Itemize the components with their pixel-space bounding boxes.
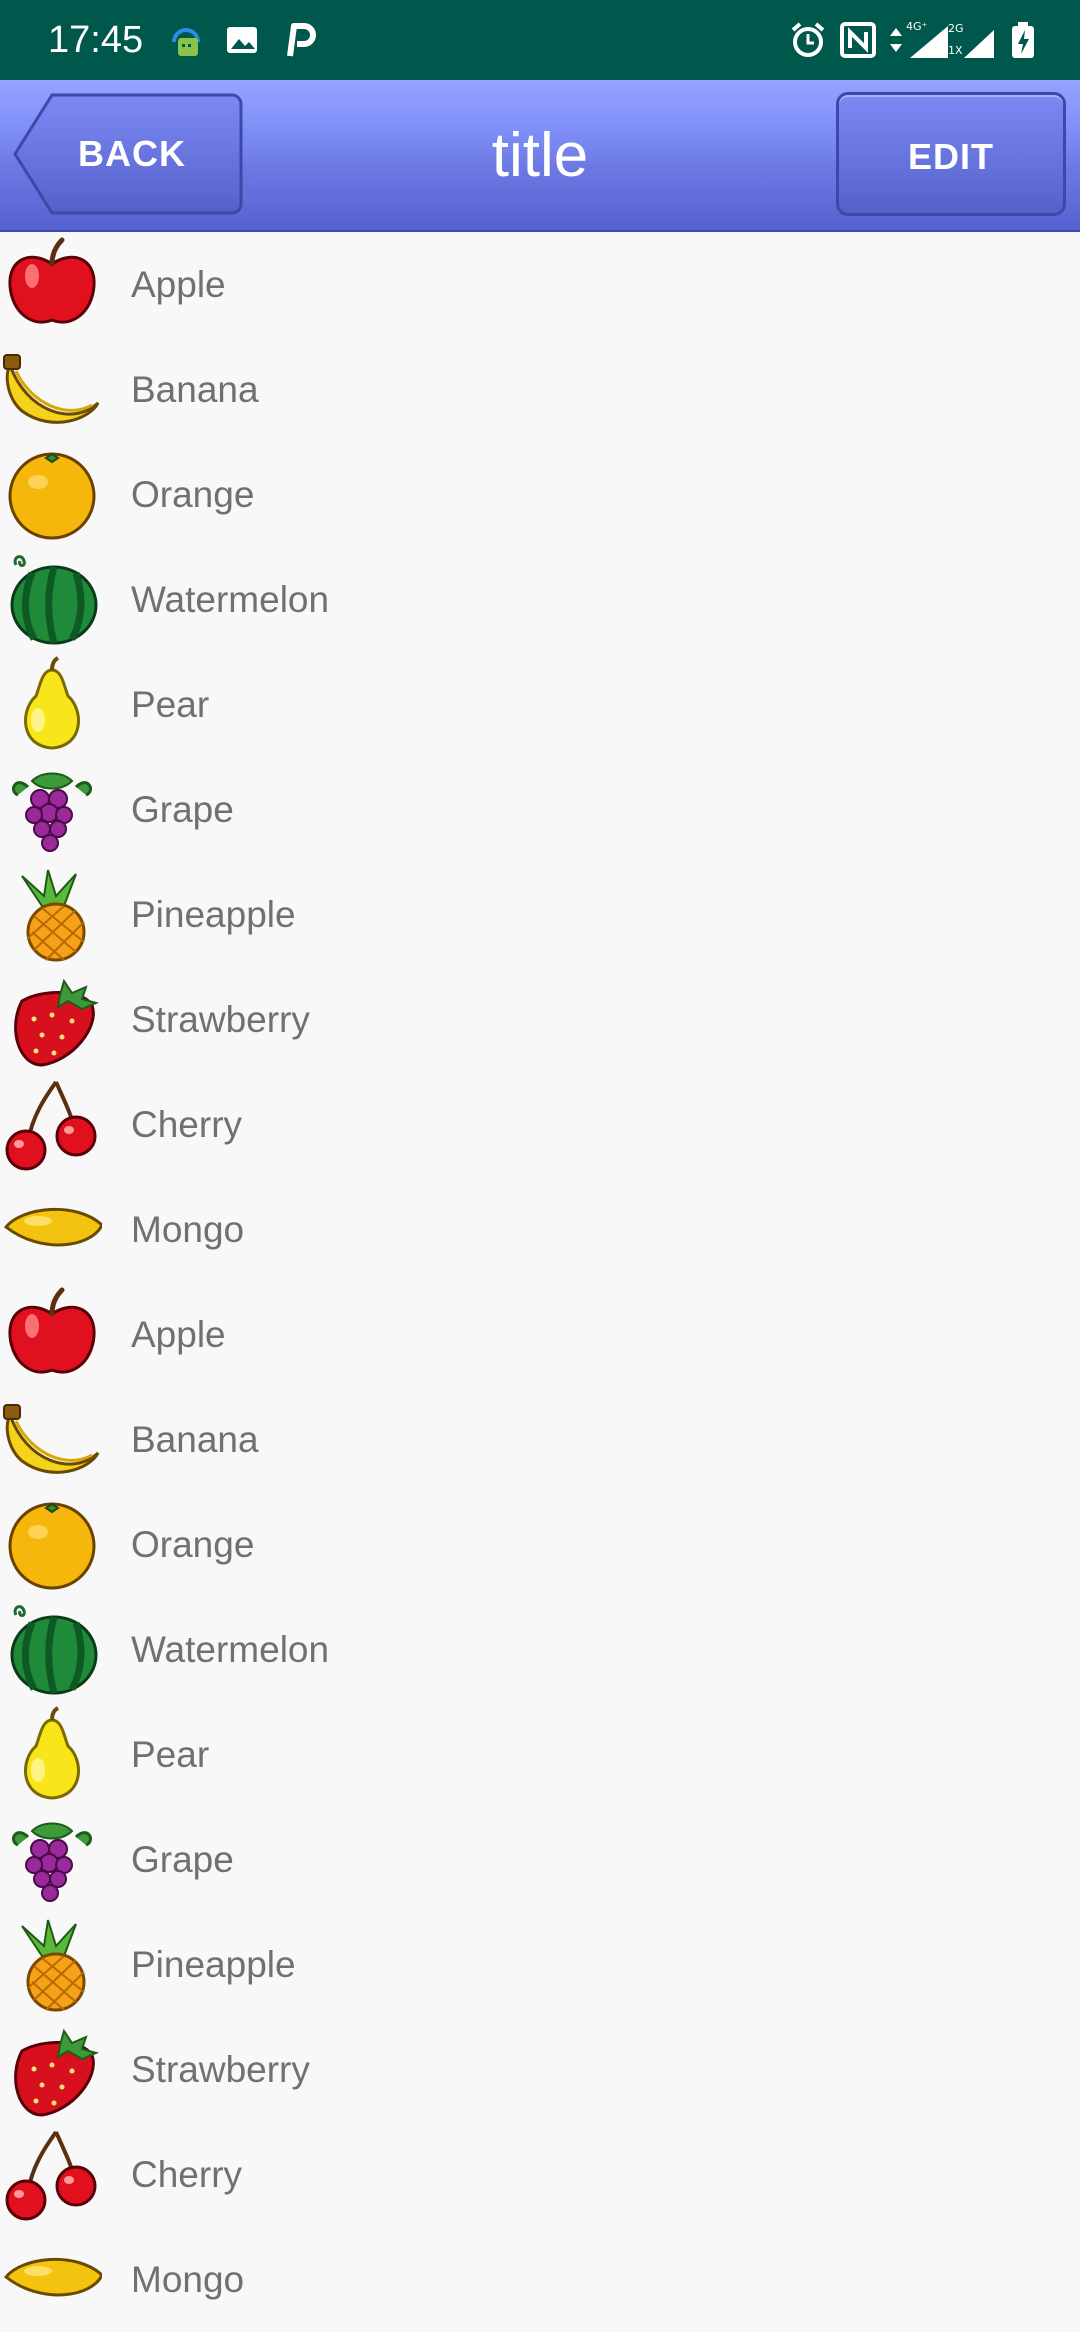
orange-icon (2, 1496, 102, 1592)
signal-2g-icon: 2G 1X (948, 20, 998, 60)
cherry-icon (2, 1076, 102, 1172)
list-item[interactable]: Pineapple (0, 1912, 1080, 2017)
svg-text:2G: 2G (948, 22, 964, 35)
list-item-label: Pear (131, 1734, 210, 1775)
page-title: title (491, 121, 589, 190)
list-item-label: Pear (131, 684, 210, 725)
pear-icon (2, 656, 102, 752)
list-item-label: Pineapple (131, 894, 296, 935)
list-item-label: Cherry (131, 2154, 243, 2195)
list-item-label: Watermelon (131, 1629, 330, 1670)
orange-icon (2, 446, 102, 542)
list-item-label: Grape (131, 1839, 234, 1880)
back-button-label: BACK (78, 133, 186, 174)
nfc-icon (838, 20, 878, 60)
list-item[interactable]: Pear (0, 1702, 1080, 1807)
banana-icon (2, 341, 102, 437)
grape-icon (2, 761, 102, 857)
svg-text:4G⁺: 4G⁺ (906, 20, 928, 33)
list-item[interactable]: Pineapple (0, 862, 1080, 967)
list-item-label: Orange (131, 474, 255, 515)
list-item-label: Apple (131, 264, 226, 305)
list-item-label: Mongo (131, 1209, 245, 1250)
list-item[interactable]: Orange (0, 442, 1080, 547)
list-item[interactable]: Cherry (0, 1072, 1080, 1177)
list-item[interactable]: Strawberry (0, 2017, 1080, 2122)
list-item[interactable]: Watermelon (0, 1597, 1080, 1702)
status-time: 17:45 (48, 19, 144, 61)
pear-icon (2, 1706, 102, 1802)
list-item[interactable]: Grape (0, 1807, 1080, 1912)
list-item-label: Banana (131, 1419, 259, 1460)
watermelon-icon (2, 551, 102, 647)
list-item-label: Strawberry (131, 2049, 310, 2090)
bug-notification-icon (166, 20, 206, 60)
mango-icon (2, 2231, 104, 2327)
list-item-label: Apple (131, 1314, 226, 1355)
grape-icon (2, 1811, 102, 1907)
list-item[interactable]: Strawberry (0, 967, 1080, 1072)
edit-button[interactable]: EDIT (836, 92, 1066, 216)
list-item[interactable]: Grape (0, 757, 1080, 862)
list-item-label: Orange (131, 1524, 255, 1565)
strawberry-icon (2, 2021, 102, 2117)
list-item[interactable]: Banana (0, 337, 1080, 442)
list-item-label: Pineapple (131, 1944, 296, 1985)
app-bar: BACK title EDIT (0, 80, 1080, 232)
list-item[interactable]: Cherry (0, 2122, 1080, 2227)
list-item-label: Strawberry (131, 999, 310, 1040)
image-notification-icon (222, 20, 262, 60)
list-item-label: Watermelon (131, 579, 330, 620)
list-item[interactable]: Watermelon (0, 547, 1080, 652)
list-item[interactable]: Mongo (0, 1177, 1080, 1282)
watermelon-icon (2, 1601, 102, 1697)
list-item[interactable]: Banana (0, 1387, 1080, 1492)
apple-icon (2, 1286, 102, 1382)
battery-charging-icon (1008, 20, 1038, 60)
fruit-list: Apple Banana Orange Watermelon Pear Grap… (0, 232, 1080, 2332)
alarm-icon (788, 20, 828, 60)
data-arrows-icon (886, 20, 906, 60)
status-bar: 17:45 4G⁺ 2G 1X (0, 0, 1080, 80)
list-item[interactable]: Apple (0, 232, 1080, 337)
list-item[interactable]: Orange (0, 1492, 1080, 1597)
back-button[interactable]: BACK (12, 92, 244, 216)
list-item-label: Cherry (131, 1104, 243, 1145)
list-item[interactable]: Apple (0, 1282, 1080, 1387)
banana-icon (2, 1391, 102, 1487)
pineapple-icon (2, 1916, 102, 2012)
signal-4g-icon: 4G⁺ (904, 20, 954, 60)
list-item-label: Banana (131, 369, 259, 410)
mango-icon (2, 1181, 104, 1277)
list-item-label: Grape (131, 789, 234, 830)
parking-app-icon (278, 20, 318, 60)
edit-button-label: EDIT (907, 136, 994, 177)
pineapple-icon (2, 866, 102, 962)
svg-text:1X: 1X (948, 44, 963, 57)
cherry-icon (2, 2126, 102, 2222)
strawberry-icon (2, 971, 102, 1067)
apple-icon (2, 236, 102, 332)
list-item[interactable]: Pear (0, 652, 1080, 757)
